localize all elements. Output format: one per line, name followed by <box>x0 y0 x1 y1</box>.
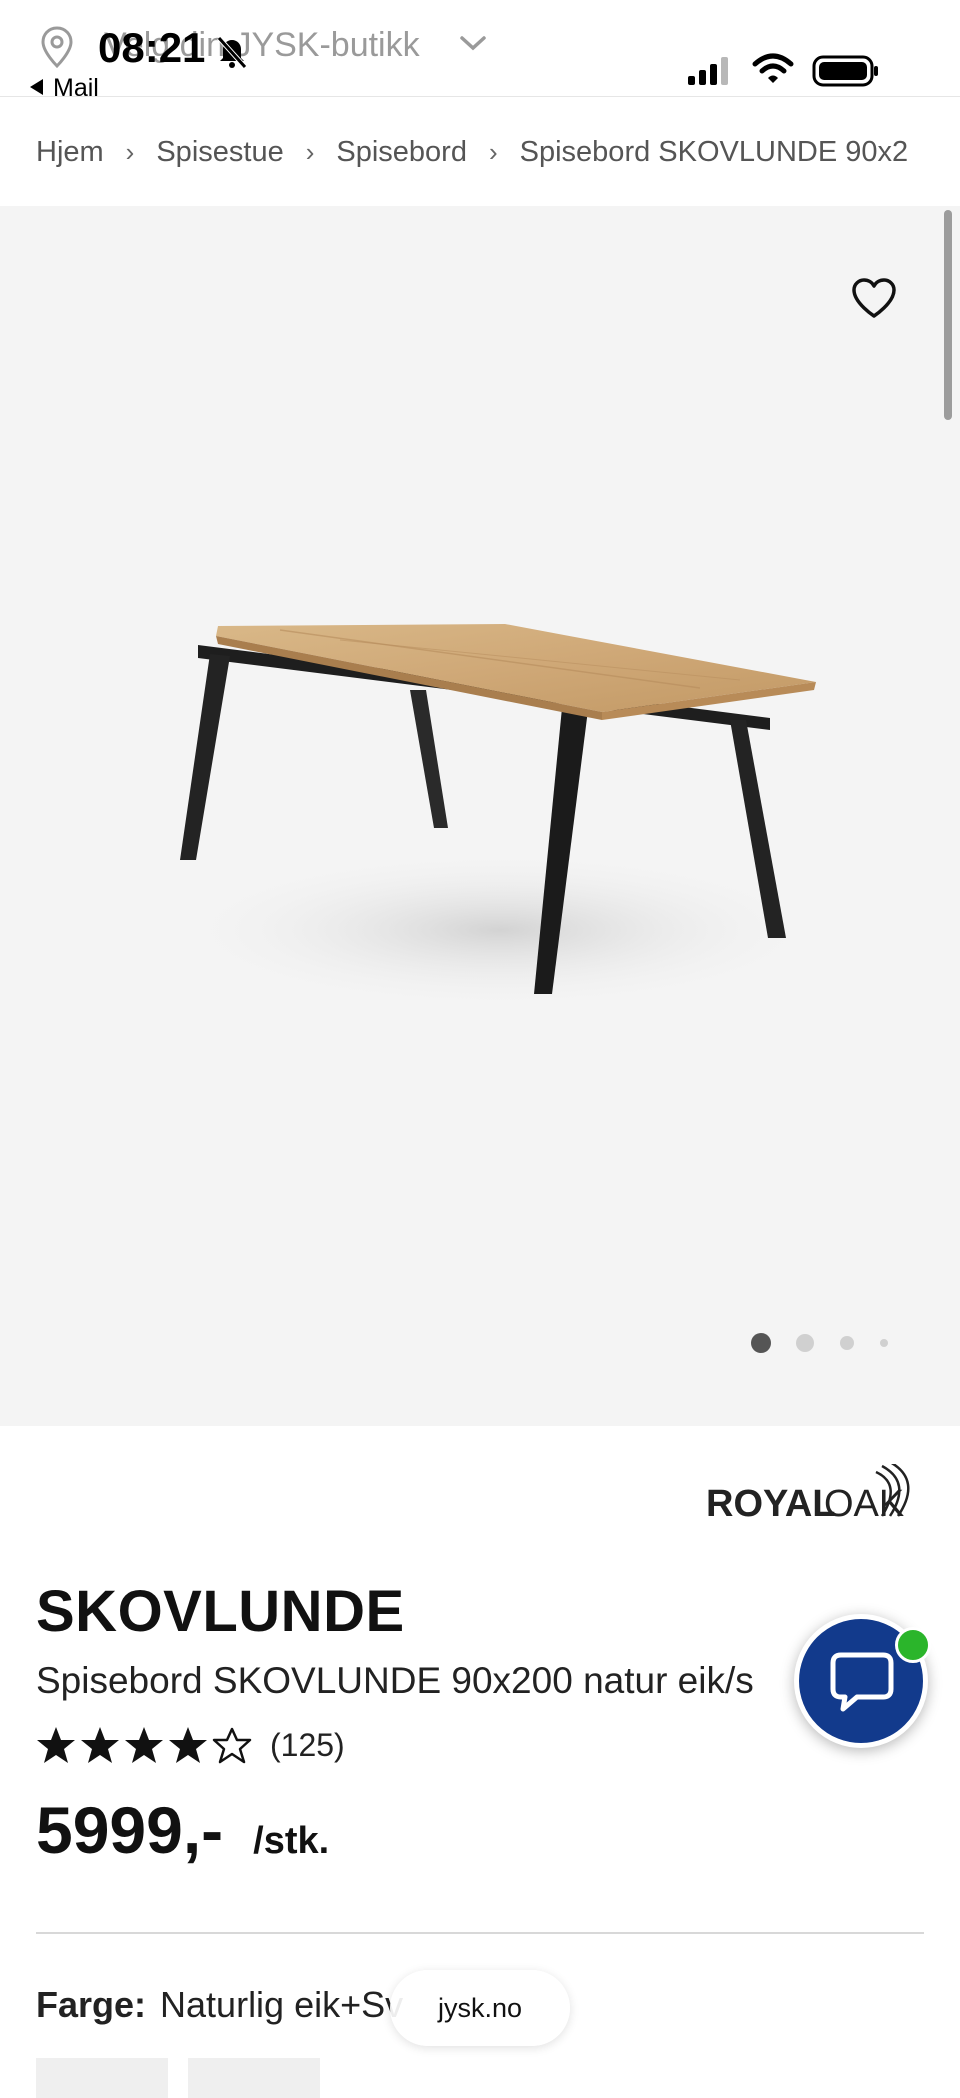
price-value: 5999,- <box>36 1793 224 1867</box>
chat-bubble-icon <box>830 1652 894 1712</box>
star-filled-icon <box>81 1727 119 1763</box>
color-swatch-option[interactable] <box>188 2058 320 2098</box>
section-divider <box>36 1932 924 1934</box>
color-selection: Farge: Naturlig eik+Sv <box>36 1984 403 2026</box>
breadcrumb-item-dining-room[interactable]: Spisestue <box>156 136 283 169</box>
color-label: Farge: <box>36 1984 147 2025</box>
color-value: Naturlig eik+Sv <box>160 1984 404 2025</box>
browser-url-pill[interactable]: jysk.no <box>390 1970 570 2046</box>
svg-text:OAK: OAK <box>824 1483 904 1525</box>
product-photo-dining-table <box>170 624 830 1010</box>
breadcrumb-separator: › <box>125 136 135 167</box>
product-name: SKOVLUNDE <box>36 1579 405 1644</box>
breadcrumb-item-home[interactable]: Hjem <box>36 136 104 169</box>
star-outline-icon <box>212 1727 252 1764</box>
breadcrumb-item-current: Spisebord SKOVLUNDE 90x2 <box>519 135 909 168</box>
gallery-pagination-dots[interactable] <box>748 1332 898 1354</box>
back-to-mail-link[interactable]: Mail <box>30 74 99 103</box>
breadcrumb-item-dining-table[interactable]: Spisebord <box>336 136 467 169</box>
battery-icon <box>812 55 878 87</box>
status-time: 08:21 <box>98 24 206 71</box>
chat-button[interactable] <box>794 1614 931 1748</box>
price-unit: /stk. <box>253 1820 330 1862</box>
star-filled-icon <box>169 1727 207 1763</box>
chevron-down-icon[interactable] <box>458 32 488 54</box>
back-label: Mail <box>53 74 99 102</box>
online-status-badge <box>895 1627 931 1663</box>
rating-count[interactable]: (125) <box>270 1727 345 1764</box>
star-filled-icon <box>37 1727 75 1763</box>
product-subtitle: Spisebord SKOVLUNDE 90x200 natur eik/s <box>36 1660 754 1701</box>
heart-outline-icon[interactable] <box>850 276 898 320</box>
location-pin-icon[interactable] <box>40 26 74 68</box>
svg-text:ROYAL: ROYAL <box>706 1483 836 1525</box>
gallery-scrollbar[interactable] <box>944 210 952 420</box>
wifi-icon <box>752 53 794 83</box>
star-filled-icon <box>125 1727 163 1763</box>
back-arrow-icon <box>30 79 43 95</box>
product-rating[interactable]: (125) <box>36 1720 345 1770</box>
color-swatch-option[interactable] <box>36 2058 168 2098</box>
breadcrumb-separator: › <box>305 136 315 167</box>
breadcrumb-separator: › <box>488 136 498 167</box>
breadcrumb: Hjem › Spisestue › Spisebord › Spisebord… <box>36 128 908 176</box>
product-price: 5999,- /stk. <box>36 1792 329 1868</box>
signal-icon <box>688 57 728 85</box>
brand-logo-royal-oak: ROYAL OAK <box>706 1464 910 1525</box>
bell-off-icon <box>217 36 247 69</box>
